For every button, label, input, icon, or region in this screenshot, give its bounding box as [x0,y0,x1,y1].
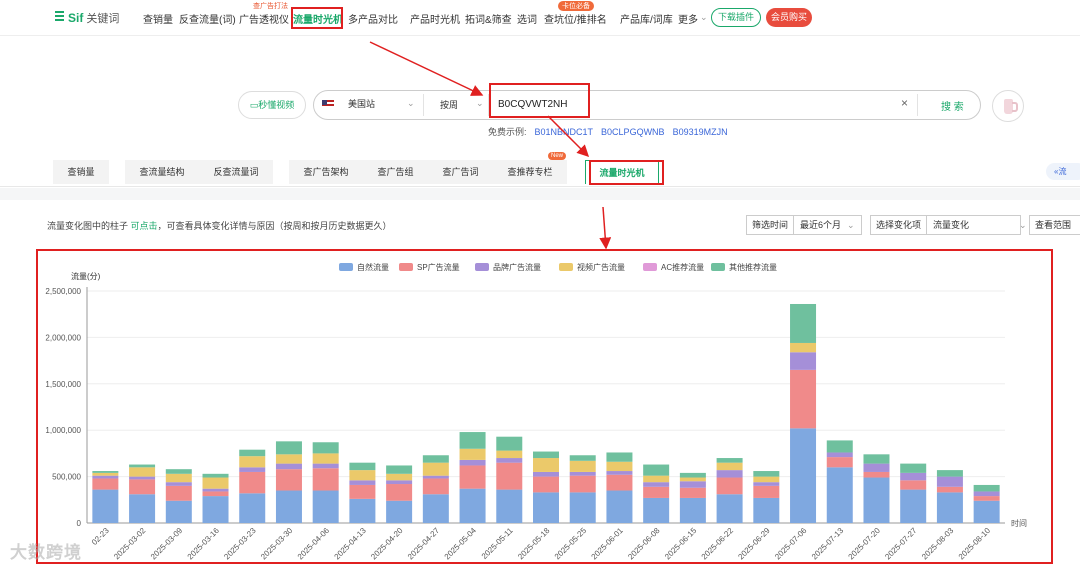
watermark: 大数跨境 [10,538,82,563]
highlight-box [589,160,664,185]
watermark-text: 大数跨境 [10,543,82,562]
highlight-box [291,7,343,29]
highlight-box [36,249,1053,564]
highlight-box [489,83,590,118]
